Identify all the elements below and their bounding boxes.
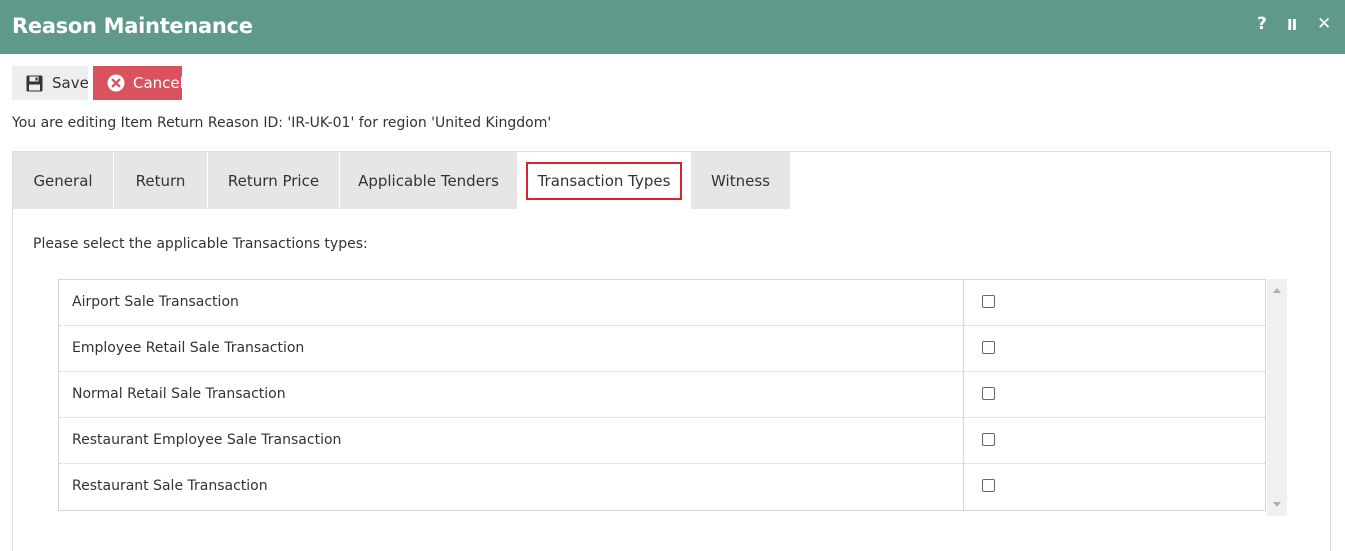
save-button[interactable]: Save (12, 66, 89, 100)
transaction-type-checkbox[interactable] (982, 295, 995, 308)
transaction-types-grid: Airport Sale Transaction Employee Retail… (58, 279, 1266, 511)
scroll-down-arrow-icon[interactable] (1273, 502, 1281, 507)
grid-scrollbar[interactable] (1267, 279, 1287, 516)
table-row: Airport Sale Transaction (59, 280, 1265, 326)
tab-witness[interactable]: Witness (691, 152, 790, 209)
transaction-type-name: Restaurant Employee Sale Transaction (72, 432, 342, 448)
table-row: Restaurant Employee Sale Transaction (59, 418, 1265, 464)
transaction-type-checkbox[interactable] (982, 387, 995, 400)
transaction-type-name: Restaurant Sale Transaction (72, 478, 268, 494)
tab-bar: General Return Return Price Applicable T… (13, 152, 1330, 209)
tab-applicable-tenders[interactable]: Applicable Tenders (340, 152, 517, 209)
tab-return[interactable]: Return (114, 152, 207, 209)
scroll-up-arrow-icon[interactable] (1273, 288, 1281, 293)
x-circle-icon (107, 74, 125, 92)
transaction-type-checkbox[interactable] (982, 479, 995, 492)
column-divider (963, 326, 964, 372)
tab-panel: General Return Return Price Applicable T… (12, 151, 1331, 551)
transaction-type-name: Normal Retail Sale Transaction (72, 386, 286, 402)
tab-general[interactable]: General (13, 152, 113, 209)
column-divider (963, 372, 964, 418)
cancel-button[interactable]: Cancel (93, 66, 184, 100)
save-label: Save (52, 74, 89, 92)
floppy-disk-icon (26, 75, 43, 92)
transaction-type-name: Employee Retail Sale Transaction (72, 340, 305, 356)
transaction-type-name: Airport Sale Transaction (72, 294, 239, 310)
cancel-label: Cancel (133, 74, 184, 92)
tab-transaction-types[interactable]: Transaction Types (518, 152, 690, 209)
close-icon[interactable]: ✕ (1317, 14, 1331, 34)
column-divider (963, 464, 964, 510)
instruction-text: Please select the applicable Transaction… (33, 236, 368, 252)
help-icon[interactable]: ? (1257, 14, 1267, 34)
transaction-type-checkbox[interactable] (982, 433, 995, 446)
editing-context-text: You are editing Item Return Reason ID: '… (12, 115, 552, 131)
transaction-type-checkbox[interactable] (982, 341, 995, 354)
title-bar: Reason Maintenance ? II ✕ (0, 0, 1345, 54)
tab-return-price[interactable]: Return Price (208, 152, 339, 209)
table-row: Employee Retail Sale Transaction (59, 326, 1265, 372)
window-title: Reason Maintenance (12, 14, 253, 38)
table-row: Normal Retail Sale Transaction (59, 372, 1265, 418)
pause-icon[interactable]: II (1287, 16, 1297, 34)
table-row: Restaurant Sale Transaction (59, 464, 1265, 510)
column-divider (963, 418, 964, 464)
column-divider (963, 280, 964, 326)
